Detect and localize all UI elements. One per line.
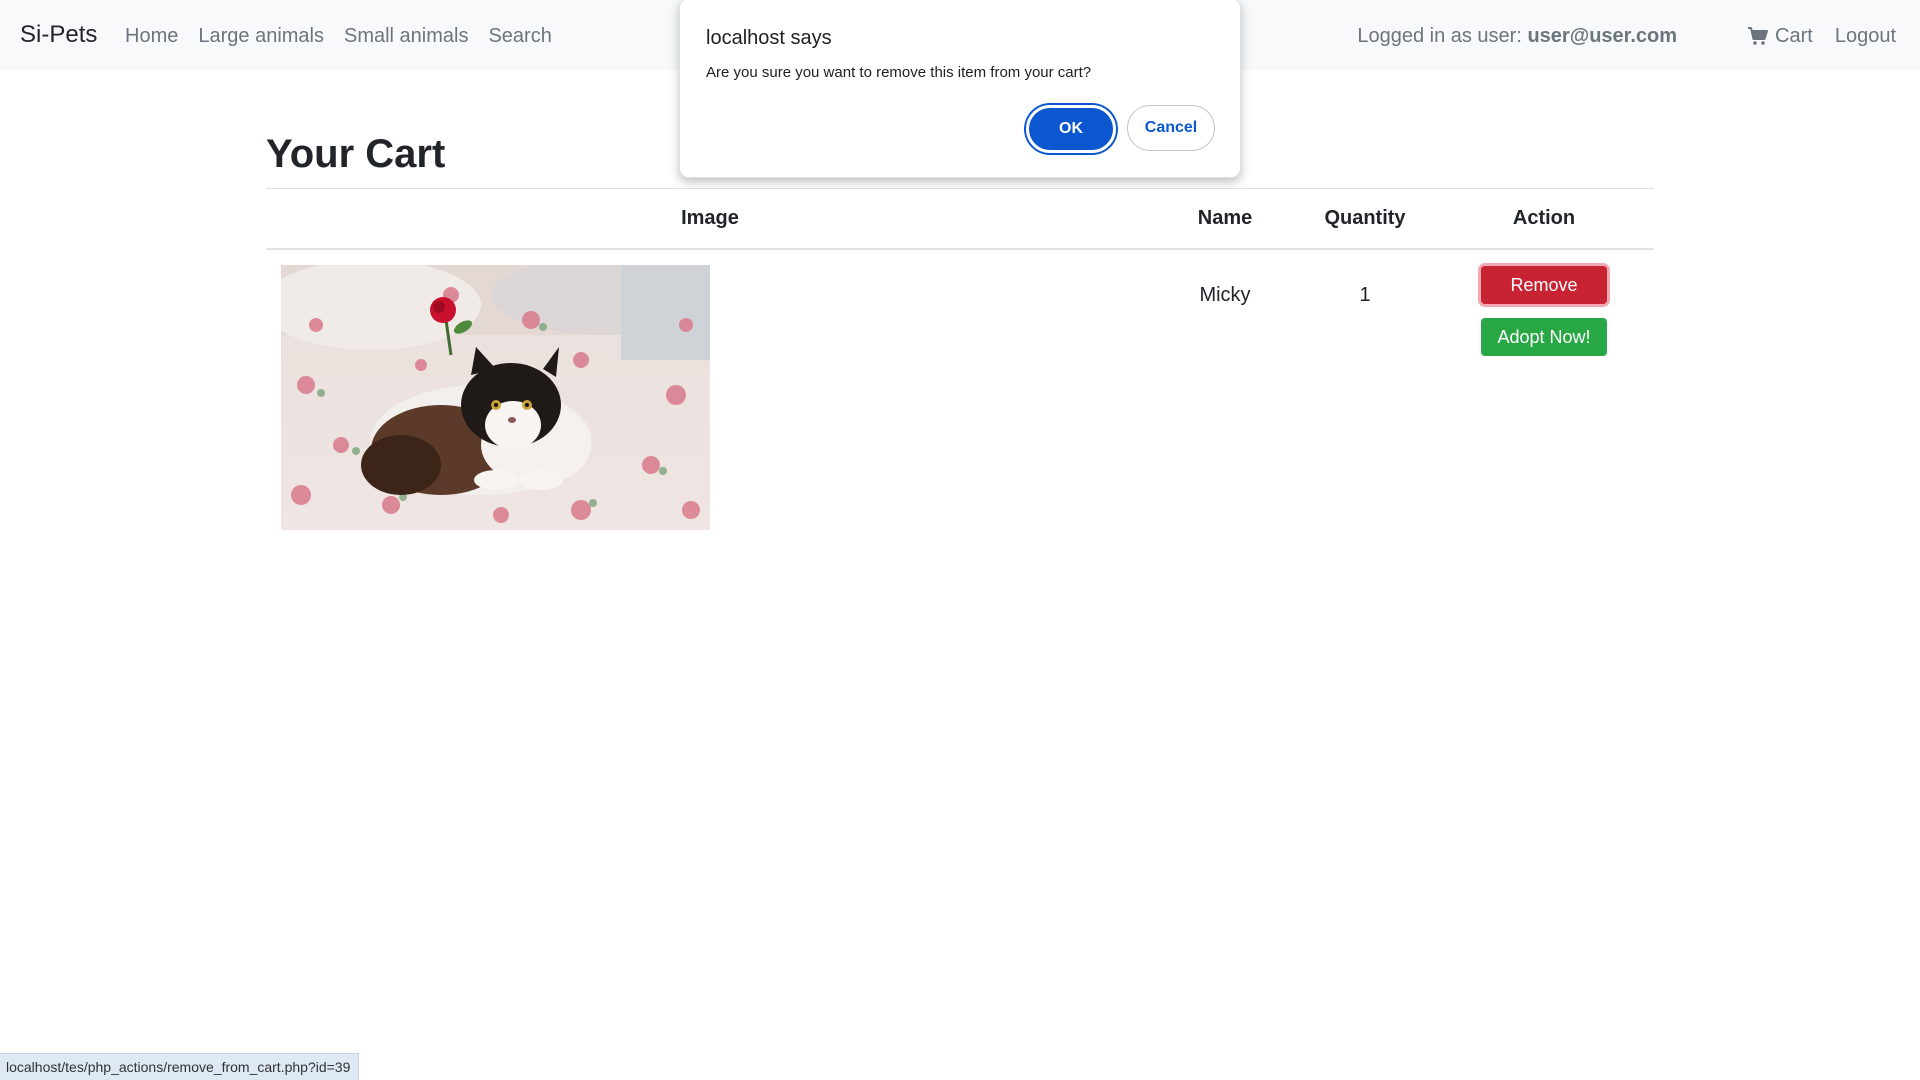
- table-row: Micky 1 Remove Adopt Now!: [266, 249, 1654, 530]
- header-image: Image: [266, 189, 1154, 250]
- cart-icon: [1748, 27, 1769, 45]
- cell-action: Remove Adopt Now!: [1434, 249, 1654, 530]
- table-header-row: Image Name Quantity Action: [266, 189, 1654, 250]
- dialog-ok-button[interactable]: OK: [1026, 105, 1116, 153]
- adopt-now-button[interactable]: Adopt Now!: [1481, 318, 1607, 356]
- nav-link-large-animals[interactable]: Large animals: [198, 22, 324, 50]
- nav-link-small-animals[interactable]: Small animals: [344, 22, 468, 50]
- remove-button[interactable]: Remove: [1481, 266, 1607, 304]
- nav-link-cart[interactable]: Cart: [1747, 22, 1813, 50]
- user-email: user@user.com: [1527, 25, 1678, 47]
- cell-name: Micky: [1154, 249, 1296, 530]
- dialog-message: Are you sure you want to remove this ite…: [706, 64, 1092, 81]
- page-title: Your Cart: [266, 132, 446, 176]
- header-quantity: Quantity: [1296, 189, 1434, 250]
- nav-link-home[interactable]: Home: [125, 22, 178, 50]
- cell-image: [266, 249, 1154, 530]
- pet-quantity: 1: [1359, 284, 1371, 306]
- dialog-cancel-button[interactable]: Cancel: [1127, 105, 1215, 151]
- nav-link-search[interactable]: Search: [488, 22, 551, 50]
- pet-photo: [281, 265, 710, 530]
- header-name: Name: [1154, 189, 1296, 250]
- nav-right: Logged in as user: user@user.com Cart Lo…: [1357, 22, 1896, 50]
- pet-name: Micky: [1199, 284, 1251, 306]
- header-action: Action: [1434, 189, 1654, 250]
- nav-links: Home Large animals Small animals Search: [125, 22, 572, 50]
- cart-table: Image Name Quantity Action Micky 1 Remov…: [266, 189, 1654, 530]
- brand-logo[interactable]: Si-Pets: [20, 19, 97, 51]
- cart-label: Cart: [1775, 25, 1813, 47]
- logged-in-prefix: Logged in as user:: [1357, 25, 1528, 47]
- nav-link-logout[interactable]: Logout: [1835, 22, 1896, 50]
- status-bar-url: localhost/tes/php_actions/remove_from_ca…: [0, 1053, 360, 1080]
- confirm-dialog: localhost says Are you sure you want to …: [679, 0, 1241, 178]
- dialog-title: localhost says: [706, 27, 832, 49]
- cat-image: [281, 265, 710, 530]
- logged-in-status: Logged in as user: user@user.com: [1357, 22, 1677, 50]
- cell-quantity: 1: [1296, 249, 1434, 530]
